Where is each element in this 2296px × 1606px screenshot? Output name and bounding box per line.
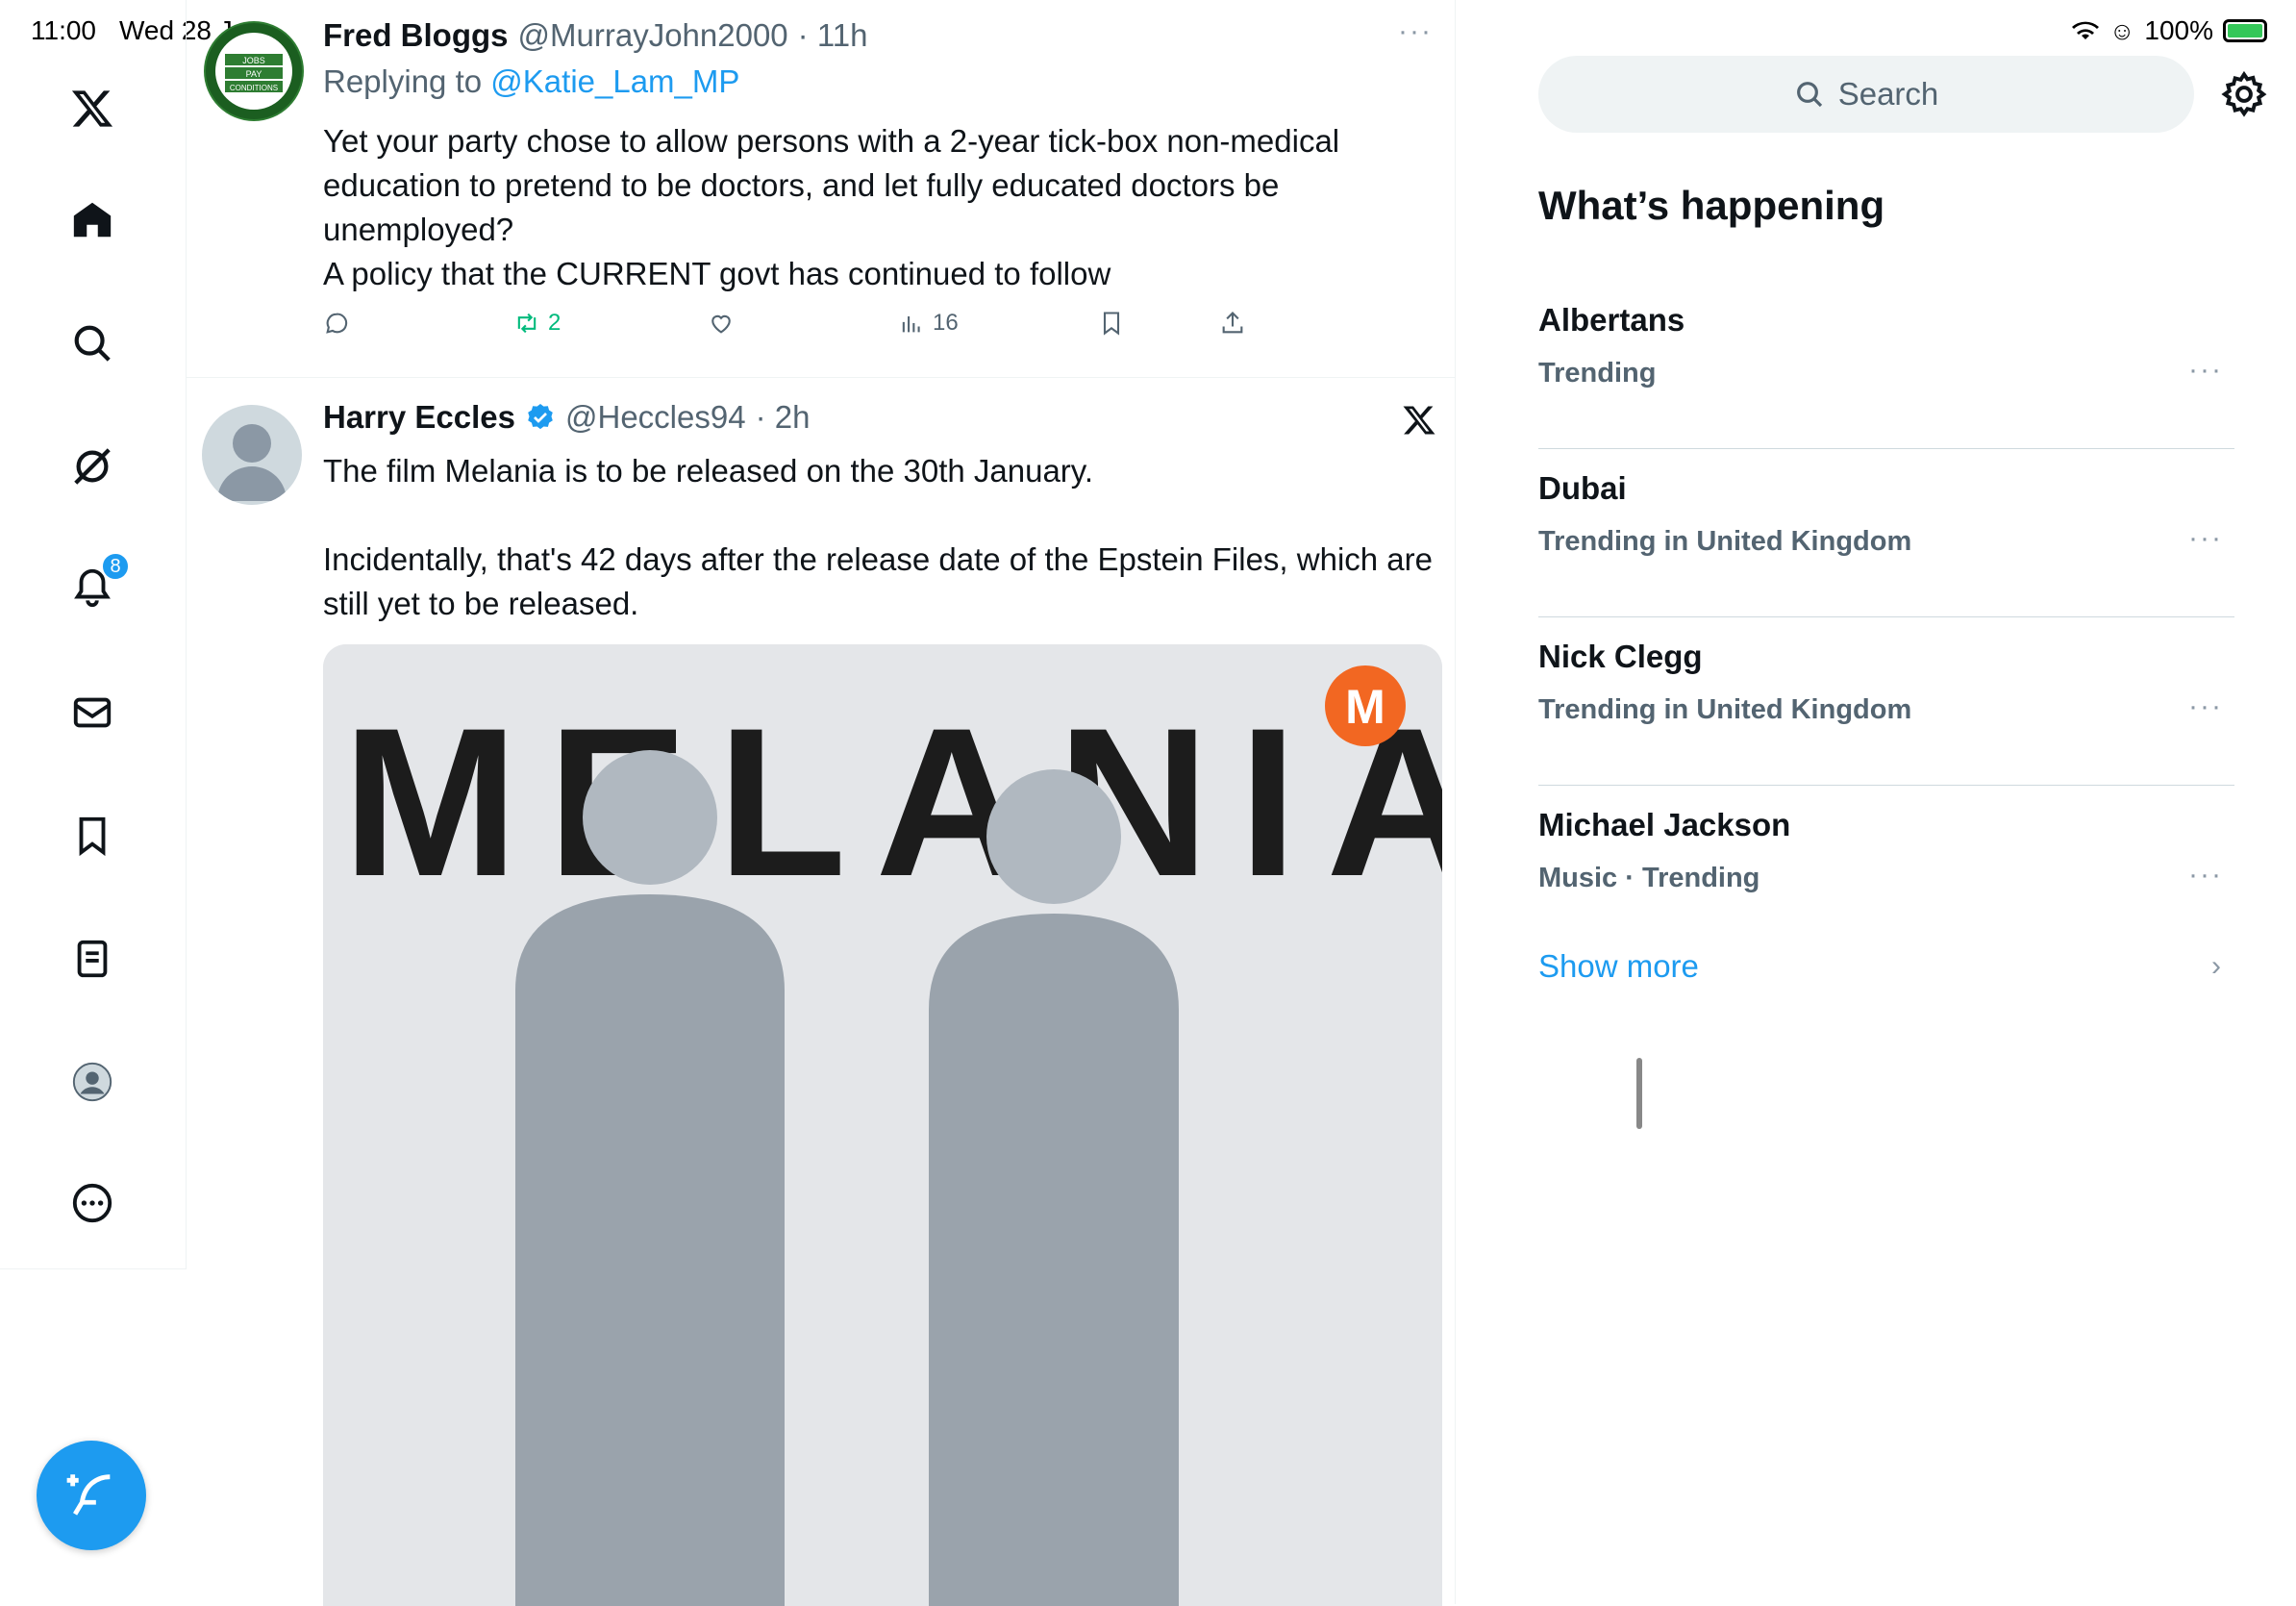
tweet-more-icon[interactable]: ··· <box>1398 15 1433 48</box>
reply-button[interactable] <box>323 310 350 337</box>
replying-to-link[interactable]: @Katie_Lam_MP <box>490 63 739 99</box>
more-icon[interactable] <box>64 1175 120 1231</box>
trend-meta: Trending in United Kingdom <box>1538 526 1912 557</box>
trend-name: Dubai <box>1538 470 1627 506</box>
share-icon <box>1222 312 1243 334</box>
trend-item[interactable]: Dubai Trending in United Kingdom ··· <box>1538 449 2234 617</box>
author-handle[interactable]: @Heccles94 <box>565 399 746 436</box>
x-logo-icon[interactable] <box>64 81 120 137</box>
trend-name: Nick Clegg <box>1538 639 1703 674</box>
reply-icon <box>326 313 348 334</box>
retweet-count: 2 <box>548 310 562 336</box>
trend-item[interactable]: Michael Jackson Music · Trending ··· <box>1538 786 2234 954</box>
tweet-text: Yet your party chose to allow persons wi… <box>323 123 1340 291</box>
media-logo-text: M <box>1345 680 1385 734</box>
avatar[interactable] <box>202 405 302 505</box>
section-title: What’s happening <box>1538 183 1885 228</box>
grok-icon[interactable] <box>64 439 120 494</box>
search-icon <box>1796 82 1822 108</box>
chevron-right-icon[interactable]: › <box>2211 950 2221 983</box>
settings-gear-icon[interactable] <box>2219 69 2269 119</box>
trend-name: Michael Jackson <box>1538 807 1791 842</box>
search-placeholder: Search <box>1837 76 1939 112</box>
bookmarks-icon[interactable] <box>64 808 120 864</box>
notifications-icon[interactable]: 8 <box>64 552 130 615</box>
focus-icon: ☺ <box>2109 15 2135 45</box>
avatar[interactable]: JOBS PAY CONDITIONS <box>204 21 304 121</box>
retweet-button[interactable]: 2 <box>513 310 561 337</box>
author-name[interactable]: Harry Eccles <box>323 399 515 436</box>
tweet-time[interactable]: · 11h <box>798 17 868 54</box>
notifications-badge: 8 <box>101 552 130 581</box>
compose-feather-icon <box>66 1474 111 1516</box>
tweet-actions: 2 16 <box>323 310 1285 348</box>
search-input[interactable]: Search <box>1538 56 2194 133</box>
trend-item[interactable]: Nick Clegg Trending in United Kingdom ··… <box>1538 617 2234 786</box>
battery-icon <box>2223 19 2267 42</box>
tweet-text: The film Melania is to be released on th… <box>323 453 1434 621</box>
bookmark-icon <box>1103 312 1120 336</box>
bookmark-button[interactable] <box>1098 310 1125 337</box>
tweet-media-image[interactable]: MELANIA M <box>323 644 1442 1606</box>
messages-icon[interactable] <box>64 685 120 740</box>
lists-icon[interactable] <box>64 931 120 987</box>
avatar-placeholder-icon <box>217 424 287 501</box>
battery-percent: 100% <box>2144 15 2213 45</box>
heart-icon <box>711 314 731 334</box>
verified-badge-icon <box>528 404 553 430</box>
search-icon[interactable] <box>64 315 120 371</box>
x-logo-icon <box>1402 403 1436 438</box>
trend-more-icon[interactable]: ··· <box>2188 859 2223 891</box>
trend-meta: Music · Trending <box>1538 863 1760 893</box>
compose-button[interactable] <box>37 1441 146 1550</box>
retweet-icon <box>517 313 537 334</box>
trend-more-icon[interactable]: ··· <box>2188 354 2223 387</box>
show-more-link[interactable]: Show more <box>1538 948 1699 985</box>
trend-more-icon[interactable]: ··· <box>2188 690 2223 723</box>
author-name[interactable]: Fred Bloggs <box>323 17 509 54</box>
left-nav: 8 <box>0 0 187 1269</box>
home-icon[interactable] <box>64 192 120 248</box>
trend-name: Albertans <box>1538 302 1685 338</box>
avatar-text-3: CONDITIONS <box>230 84 278 92</box>
status-indicators: ☺ 100% <box>2071 15 2267 46</box>
trend-meta: Trending in United Kingdom <box>1538 694 1912 725</box>
like-button[interactable] <box>708 310 735 337</box>
author-handle[interactable]: @MurrayJohn2000 <box>518 17 788 54</box>
wifi-icon <box>2071 21 2099 39</box>
trend-more-icon[interactable]: ··· <box>2188 522 2223 555</box>
replying-prefix: Replying to <box>323 63 483 99</box>
trend-item[interactable]: Albertans Trending ··· <box>1538 281 2234 449</box>
scrollbar-thumb[interactable] <box>1636 1058 1642 1129</box>
profile-icon[interactable] <box>64 1054 120 1110</box>
avatar-text-1: JOBS <box>242 56 265 65</box>
media-title-text: MELANIA <box>342 684 1442 920</box>
share-button[interactable] <box>1219 310 1246 337</box>
views-button[interactable]: 16 <box>898 310 959 337</box>
views-count: 16 <box>933 310 959 336</box>
timeline: JOBS PAY CONDITIONS Fred Bloggs @MurrayJ… <box>187 0 1642 1606</box>
trend-meta: Trending <box>1538 358 1657 389</box>
tweet-time[interactable]: · 2h <box>756 399 811 436</box>
views-icon <box>902 316 920 333</box>
avatar-text-2: PAY <box>246 69 262 79</box>
